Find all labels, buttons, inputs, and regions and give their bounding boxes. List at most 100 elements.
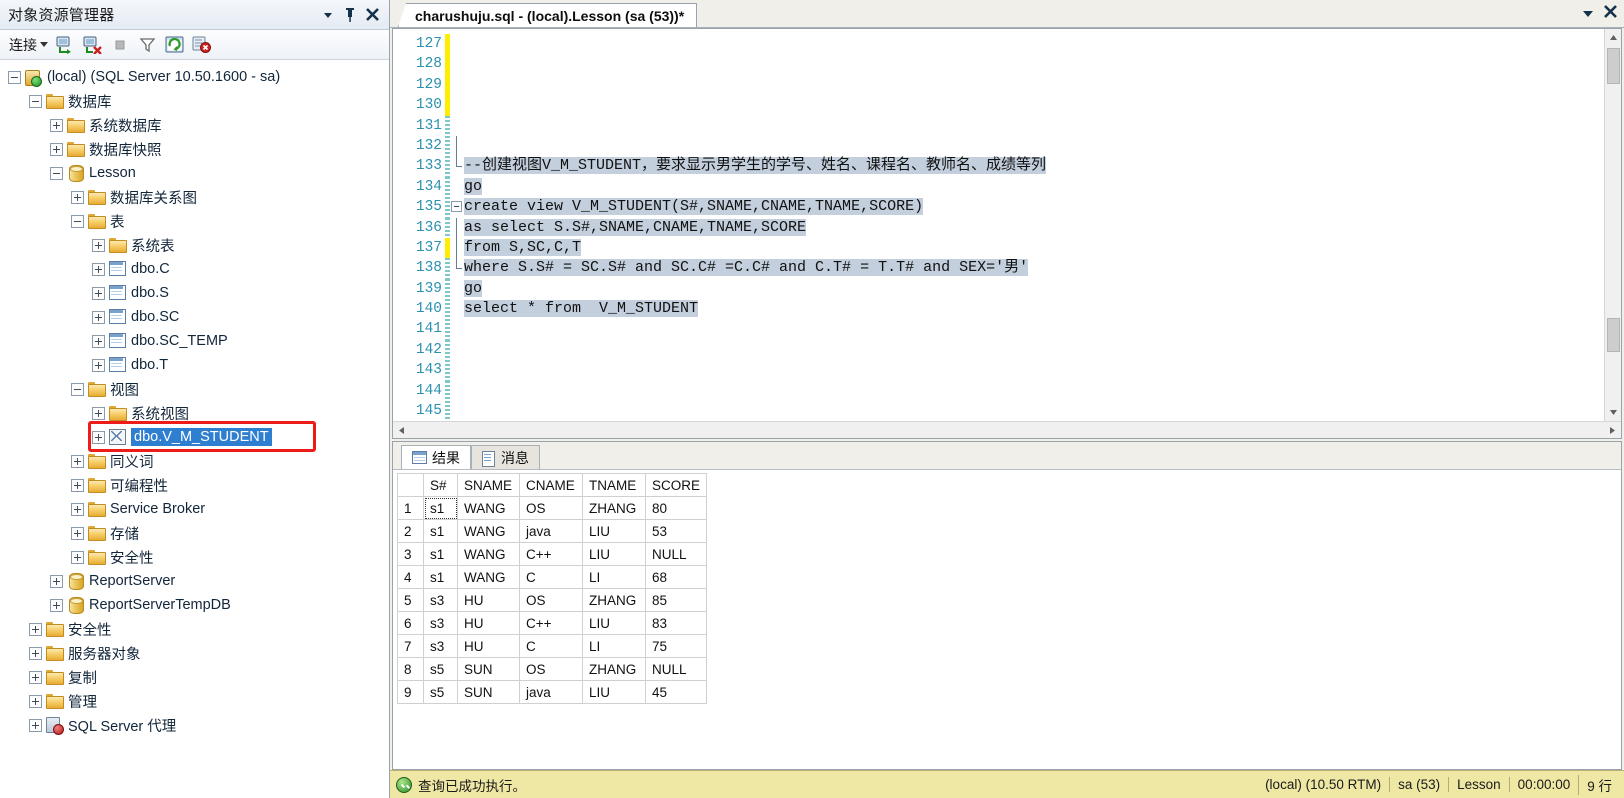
expand-icon[interactable] xyxy=(29,670,42,684)
code-line[interactable] xyxy=(464,319,1604,339)
tree-node[interactable]: 同义词 xyxy=(0,449,389,473)
row-number-cell[interactable]: 2 xyxy=(397,519,424,544)
table-cell[interactable]: ZHANG xyxy=(582,496,646,521)
code-line[interactable] xyxy=(464,54,1604,74)
tree-node[interactable]: 服务器对象 xyxy=(0,641,389,665)
table-row[interactable]: 9 s5 SUN java LIU 45 xyxy=(397,680,708,705)
table-cell[interactable]: HU xyxy=(457,611,520,636)
table-cell[interactable]: s3 xyxy=(423,611,458,636)
scroll-down-arrow-icon[interactable] xyxy=(1604,404,1621,422)
table-cell[interactable]: WANG xyxy=(457,519,520,544)
collapse-icon[interactable] xyxy=(8,70,21,84)
expand-icon[interactable] xyxy=(71,478,84,492)
tree-node[interactable]: dbo.SC xyxy=(0,305,389,329)
connect-object-explorer-icon[interactable] xyxy=(54,33,78,57)
close-tab-icon[interactable] xyxy=(1603,4,1618,24)
code-line[interactable]: go xyxy=(464,279,1604,299)
table-cell[interactable]: LIU xyxy=(582,519,646,544)
table-cell[interactable]: C++ xyxy=(519,542,583,567)
editor-vscroll-thumb[interactable] xyxy=(1606,318,1620,353)
code-line[interactable] xyxy=(464,116,1604,136)
table-cell[interactable]: java xyxy=(519,519,583,544)
tab-results[interactable]: 结果 xyxy=(401,445,471,470)
table-cell[interactable]: C++ xyxy=(519,611,583,636)
code-line[interactable] xyxy=(464,340,1604,360)
expand-icon[interactable] xyxy=(50,118,63,132)
table-row[interactable]: 8 s5 SUN OS ZHANG NULL xyxy=(397,657,708,682)
tree-node[interactable]: dbo.C xyxy=(0,257,389,281)
object-explorer-tree[interactable]: (local) (SQL Server 10.50.1600 - sa) 数据库系… xyxy=(0,60,389,798)
table-cell[interactable]: s5 xyxy=(423,657,458,682)
expand-icon[interactable] xyxy=(29,622,42,636)
row-number-cell[interactable]: 5 xyxy=(397,588,424,613)
table-cell[interactable]: s3 xyxy=(423,634,458,659)
dropdown-icon[interactable] xyxy=(317,4,339,26)
expand-icon[interactable] xyxy=(92,262,105,276)
refresh-icon[interactable] xyxy=(162,33,186,57)
table-cell[interactable]: 75 xyxy=(644,634,708,659)
table-cell[interactable]: 83 xyxy=(644,611,708,636)
table-cell[interactable]: NULL xyxy=(644,542,708,567)
tree-node[interactable]: 安全性 xyxy=(0,617,389,641)
table-row[interactable]: 6 s3 HU C++ LIU 83 xyxy=(397,611,708,636)
table-cell[interactable]: WANG xyxy=(457,565,520,590)
table-cell[interactable]: OS xyxy=(519,588,583,613)
tree-node[interactable]: 表 xyxy=(0,209,389,233)
stop-icon[interactable] xyxy=(108,33,132,57)
tab-charushuju-sql[interactable]: charushuju.sql - (local).Lesson (sa (53)… xyxy=(398,3,698,27)
connect-button[interactable]: 连接 xyxy=(6,33,51,57)
table-cell[interactable]: OS xyxy=(519,657,583,682)
table-row[interactable]: 2 s1 WANG java LIU 53 xyxy=(397,519,708,544)
tree-node[interactable]: 存储 xyxy=(0,521,389,545)
code-line[interactable]: create view V_M_STUDENT(S#,SNAME,CNAME,T… xyxy=(464,197,1604,217)
table-cell[interactable]: java xyxy=(519,680,583,705)
table-row[interactable]: 1 s1 WANG OS ZHANG 80 xyxy=(397,496,708,521)
table-row[interactable]: 5 s3 HU OS ZHANG 85 xyxy=(397,588,708,613)
table-row[interactable]: 3 s1 WANG C++ LIU NULL xyxy=(397,542,708,567)
code-line[interactable] xyxy=(464,75,1604,95)
row-number-cell[interactable]: 3 xyxy=(397,542,424,567)
table-cell[interactable]: s1 xyxy=(423,519,458,544)
tree-node[interactable]: 系统数据库 xyxy=(0,113,389,137)
table-cell[interactable]: HU xyxy=(457,634,520,659)
code-folding-bar[interactable] xyxy=(450,29,464,422)
tree-node[interactable]: 数据库 xyxy=(0,89,389,113)
row-number-cell[interactable]: 4 xyxy=(397,565,424,590)
code-line[interactable]: --创建视图V_M_STUDENT，要求显示男学生的学号、姓名、课程名、教师名、… xyxy=(464,156,1604,176)
tree-node[interactable]: Service Broker xyxy=(0,497,389,521)
column-header-score[interactable]: SCORE xyxy=(644,473,708,498)
row-number-cell[interactable]: 6 xyxy=(397,611,424,636)
table-cell[interactable]: SUN xyxy=(457,657,520,682)
row-number-cell[interactable]: 7 xyxy=(397,634,424,659)
tab-list-dropdown-icon[interactable] xyxy=(1583,11,1593,17)
code-line[interactable]: from S,SC,C,T xyxy=(464,238,1604,258)
row-number-cell[interactable]: 9 xyxy=(397,680,424,705)
tree-node[interactable]: dbo.T xyxy=(0,353,389,377)
table-cell[interactable]: 80 xyxy=(644,496,708,521)
table-cell[interactable]: NULL xyxy=(644,657,708,682)
tree-node[interactable]: dbo.S xyxy=(0,281,389,305)
tree-node[interactable]: 视图 xyxy=(0,377,389,401)
table-cell[interactable]: s1 xyxy=(423,496,458,521)
results-grid-area[interactable]: S# SNAME CNAME TNAME SCORE 1 s1 WANG OS ZHANG 80 2 s… xyxy=(393,470,1621,769)
collapse-icon[interactable] xyxy=(50,166,63,180)
table-row[interactable]: 4 s1 WANG C LI 68 xyxy=(397,565,708,590)
tree-node[interactable]: 管理 xyxy=(0,689,389,713)
filter-icon[interactable] xyxy=(135,33,159,57)
row-number-cell[interactable]: 1 xyxy=(397,496,424,521)
expand-icon[interactable] xyxy=(29,718,42,732)
tree-node[interactable]: 系统表 xyxy=(0,233,389,257)
table-cell[interactable]: 45 xyxy=(644,680,708,705)
table-cell[interactable]: LIU xyxy=(582,611,646,636)
column-header-cname[interactable]: CNAME xyxy=(519,473,583,498)
sql-agent-status-icon[interactable] xyxy=(189,33,213,57)
scroll-up-arrow-icon[interactable] xyxy=(1604,29,1621,46)
table-cell[interactable]: WANG xyxy=(457,496,520,521)
table-cell[interactable]: 68 xyxy=(644,565,708,590)
expand-icon[interactable] xyxy=(71,190,84,204)
table-cell[interactable]: s3 xyxy=(423,588,458,613)
table-cell[interactable]: LI xyxy=(582,565,646,590)
expand-icon[interactable] xyxy=(92,334,105,348)
tree-node[interactable]: 数据库关系图 xyxy=(0,185,389,209)
tree-node[interactable]: 可编程性 xyxy=(0,473,389,497)
